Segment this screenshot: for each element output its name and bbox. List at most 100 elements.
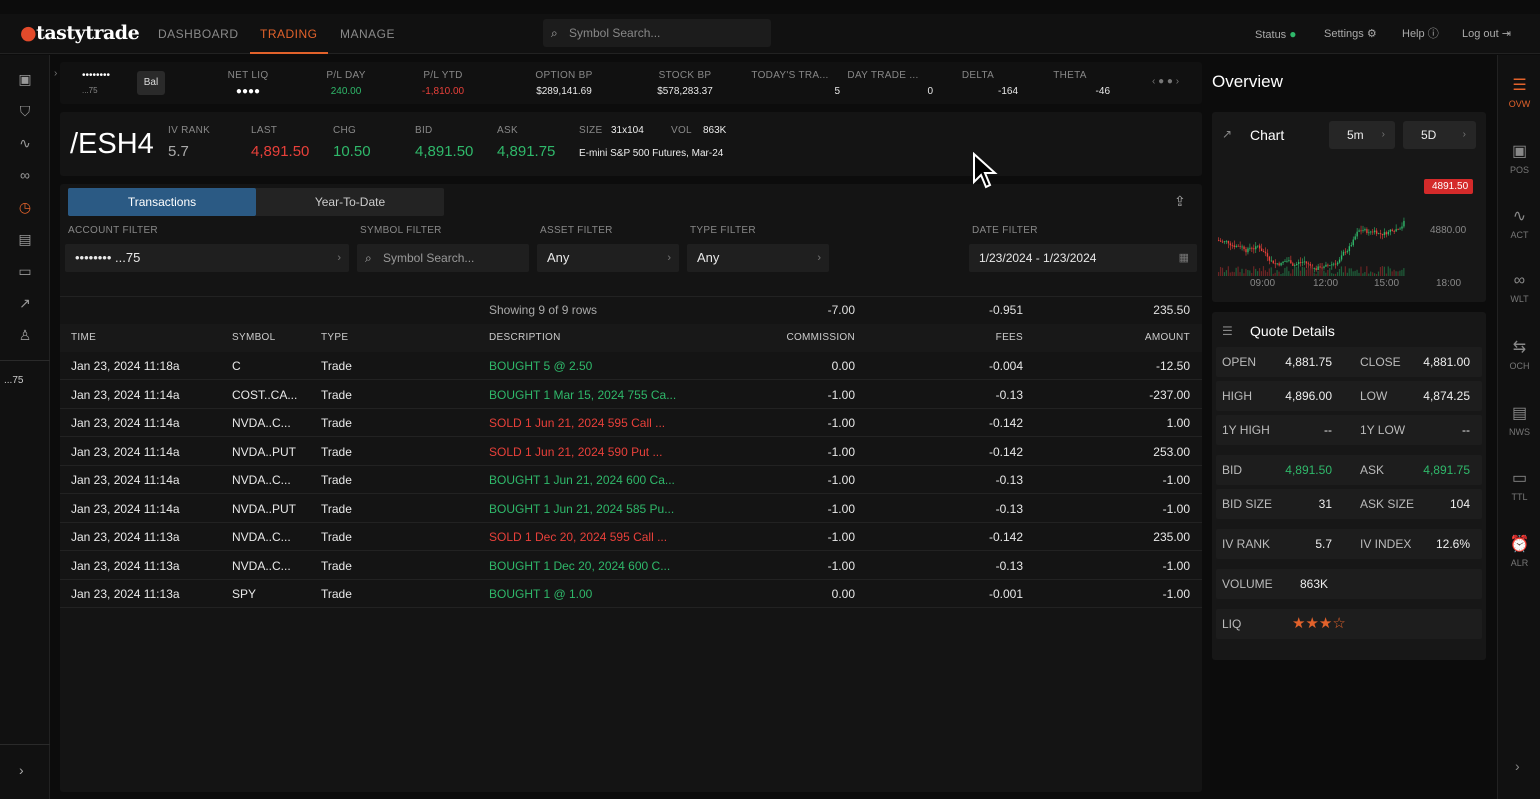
quote-details-card: ☰ Quote Details OPEN 4,881.75 CLOSE 4,881.0… bbox=[1212, 312, 1486, 660]
help-link[interactable]: Help ⓘ bbox=[1402, 14, 1439, 54]
table-row[interactable]: Jan 23, 2024 11:13a NVDA..C... Trade BOUGHT… bbox=[60, 552, 1202, 580]
volume-bar bbox=[1294, 266, 1296, 276]
table-row[interactable]: Jan 23, 2024 11:14a NVDA..PUT Trade SOLD 1 … bbox=[60, 438, 1202, 466]
nav-dashboard[interactable]: DASHBOARD bbox=[158, 14, 239, 54]
export-icon[interactable]: ⇪ bbox=[1174, 193, 1186, 210]
volume-bar bbox=[1372, 272, 1374, 276]
row-type: Trade bbox=[321, 416, 352, 430]
type-filter-select[interactable]: Any › bbox=[687, 244, 829, 272]
symbol-filter-input[interactable]: ⌕ Symbol Search... bbox=[357, 244, 529, 272]
rightbar-alerts[interactable]: ⏰ ALR bbox=[1498, 534, 1540, 568]
expand-chevron-icon[interactable]: › bbox=[19, 762, 24, 778]
volume-bar bbox=[1243, 273, 1245, 276]
rightbar-news[interactable]: ▤ NWS bbox=[1498, 403, 1540, 437]
date-filter-input[interactable]: 1/23/2024 - 1/23/2024 ▦ bbox=[969, 244, 1197, 272]
chart-icon[interactable]: ↗ bbox=[15, 293, 35, 313]
tab-transactions[interactable]: Transactions bbox=[68, 188, 256, 216]
table-row[interactable]: Jan 23, 2024 11:14a COST..CA... Trade BOUGH… bbox=[60, 381, 1202, 409]
x-label-1800: 18:00 bbox=[1436, 278, 1462, 289]
account-filter-select[interactable]: •••••••• ...75 › bbox=[65, 244, 349, 272]
tastytrade-logo[interactable]: ●tastytrade bbox=[20, 22, 140, 44]
rightbar-label: TTL bbox=[1511, 492, 1528, 502]
binoculars-icon[interactable]: ∞ bbox=[15, 165, 35, 185]
volume-bar bbox=[1292, 269, 1294, 276]
candle-body bbox=[1290, 260, 1292, 264]
overview-panel: Overview ↗ Chart 5m › 5D › 4891.50 4880.00… bbox=[1210, 62, 1488, 799]
table-row[interactable]: Jan 23, 2024 11:14a NVDA..C... Trade SOLD 1… bbox=[60, 409, 1202, 437]
volume-bar bbox=[1393, 269, 1395, 276]
rightbar-overview[interactable]: ☰ OVW bbox=[1498, 75, 1540, 109]
row-fees: -0.142 bbox=[988, 416, 1023, 430]
range-select[interactable]: 5D › bbox=[1403, 121, 1476, 149]
row-description: BOUGHT 5 @ 2.50 bbox=[489, 359, 593, 373]
rightbar-label: OVW bbox=[1508, 99, 1531, 109]
header-time[interactable]: TIME bbox=[71, 324, 96, 352]
candle-body bbox=[1346, 251, 1349, 253]
table-row[interactable]: Jan 23, 2024 11:13a SPY Trade BOUGHT 1 @ 1.… bbox=[60, 580, 1202, 608]
candle-body bbox=[1393, 231, 1395, 232]
volume-bar bbox=[1401, 269, 1403, 276]
price-chart[interactable] bbox=[1216, 160, 1408, 276]
logout-link[interactable]: Log out ⇥ bbox=[1462, 14, 1511, 54]
symbol-search-input[interactable]: ⌕ Symbol Search... bbox=[543, 19, 771, 47]
left-account-label[interactable]: ...75 bbox=[4, 375, 23, 386]
header-symbol[interactable]: SYMBOL bbox=[232, 324, 275, 352]
symbol-ticker[interactable]: /ESH4 bbox=[70, 128, 154, 161]
carousel-nav[interactable]: ‹ ● ● › bbox=[1152, 76, 1179, 87]
tab-year-to-date[interactable]: Year-To-Date bbox=[256, 188, 444, 216]
settings-link[interactable]: Settings ⚙ bbox=[1324, 14, 1377, 54]
vol-label: VOL bbox=[671, 125, 692, 136]
header-amount[interactable]: AMOUNT bbox=[1070, 324, 1190, 352]
iv-rank-value: 5.7 bbox=[168, 143, 189, 160]
calendar-icon: ▦ bbox=[1178, 252, 1189, 264]
tv-icon[interactable]: ▭ bbox=[15, 261, 35, 281]
bal-button[interactable]: Bal bbox=[137, 71, 165, 95]
table-row[interactable]: Jan 23, 2024 11:13a NVDA..C... Trade SOLD 1… bbox=[60, 523, 1202, 551]
ask-label: ASK bbox=[497, 125, 518, 136]
activity-icon[interactable]: ∿ bbox=[15, 133, 35, 153]
rightbar-option-chain[interactable]: ⇆ OCH bbox=[1498, 337, 1540, 371]
rightbar-tastylive[interactable]: ▭ TTL bbox=[1498, 468, 1540, 502]
ask-price[interactable]: 4,891.75 bbox=[497, 143, 555, 160]
header-commission[interactable]: COMMISSION bbox=[735, 324, 855, 352]
quote-value-low: 4,874.25 bbox=[1423, 389, 1470, 403]
table-row[interactable]: Jan 23, 2024 11:18a C Trade BOUGHT 5 @ 2.50… bbox=[60, 352, 1202, 380]
candle-body bbox=[1305, 261, 1308, 264]
table-row[interactable]: Jan 23, 2024 11:14a NVDA..C... Trade BOUGHT… bbox=[60, 466, 1202, 494]
volume-bar bbox=[1241, 268, 1243, 276]
table-row[interactable]: Jan 23, 2024 11:14a NVDA..PUT Trade BOUGHT … bbox=[60, 495, 1202, 523]
interval-select[interactable]: 5m › bbox=[1329, 121, 1395, 149]
header-type[interactable]: TYPE bbox=[321, 324, 348, 352]
account-mask[interactable]: •••••••• bbox=[82, 70, 110, 81]
rightbar-watchlist[interactable]: ∞ WLT bbox=[1498, 272, 1540, 304]
rightbar-activity[interactable]: ∿ ACT bbox=[1498, 206, 1540, 240]
calculator-icon[interactable]: ▤ bbox=[15, 229, 35, 249]
collapse-chevron-icon[interactable]: › bbox=[1515, 758, 1520, 774]
quote-value-ask: 4,891.75 bbox=[1423, 463, 1470, 477]
users-icon[interactable]: ♙ bbox=[15, 325, 35, 345]
volume-bar bbox=[1336, 272, 1339, 276]
header-fees[interactable]: FEES bbox=[903, 324, 1023, 352]
quote-label-iv-rank: IV RANK bbox=[1222, 537, 1271, 551]
volume-bar bbox=[1266, 271, 1268, 276]
row-description: SOLD 1 Dec 20, 2024 595 Call ... bbox=[489, 530, 668, 544]
volume-bar bbox=[1239, 272, 1241, 276]
quote-value-1y-high: -- bbox=[1324, 423, 1332, 437]
candle-body bbox=[1221, 241, 1224, 243]
nav-trading[interactable]: TRADING bbox=[250, 14, 328, 54]
collapse-chevron-icon[interactable]: › bbox=[54, 68, 57, 79]
history-icon[interactable]: ◷ bbox=[15, 197, 35, 217]
bid-price[interactable]: 4,891.50 bbox=[415, 143, 473, 160]
briefcase-icon[interactable]: ▣ bbox=[15, 69, 35, 89]
header-description[interactable]: DESCRIPTION bbox=[489, 324, 561, 352]
volume-bar bbox=[1315, 273, 1317, 276]
quote-value-ask-size: 104 bbox=[1449, 497, 1470, 511]
nav-manage[interactable]: MANAGE bbox=[340, 14, 395, 54]
asset-filter-select[interactable]: Any › bbox=[537, 244, 679, 272]
shield-icon[interactable]: ⛉ bbox=[15, 101, 35, 121]
status-link[interactable]: Status ● bbox=[1255, 14, 1297, 54]
rightbar-positions[interactable]: ▣ POS bbox=[1498, 141, 1540, 175]
volume-bar bbox=[1383, 266, 1385, 276]
metric-value-theta: -46 bbox=[1095, 86, 1110, 97]
candle-body bbox=[1258, 245, 1261, 249]
